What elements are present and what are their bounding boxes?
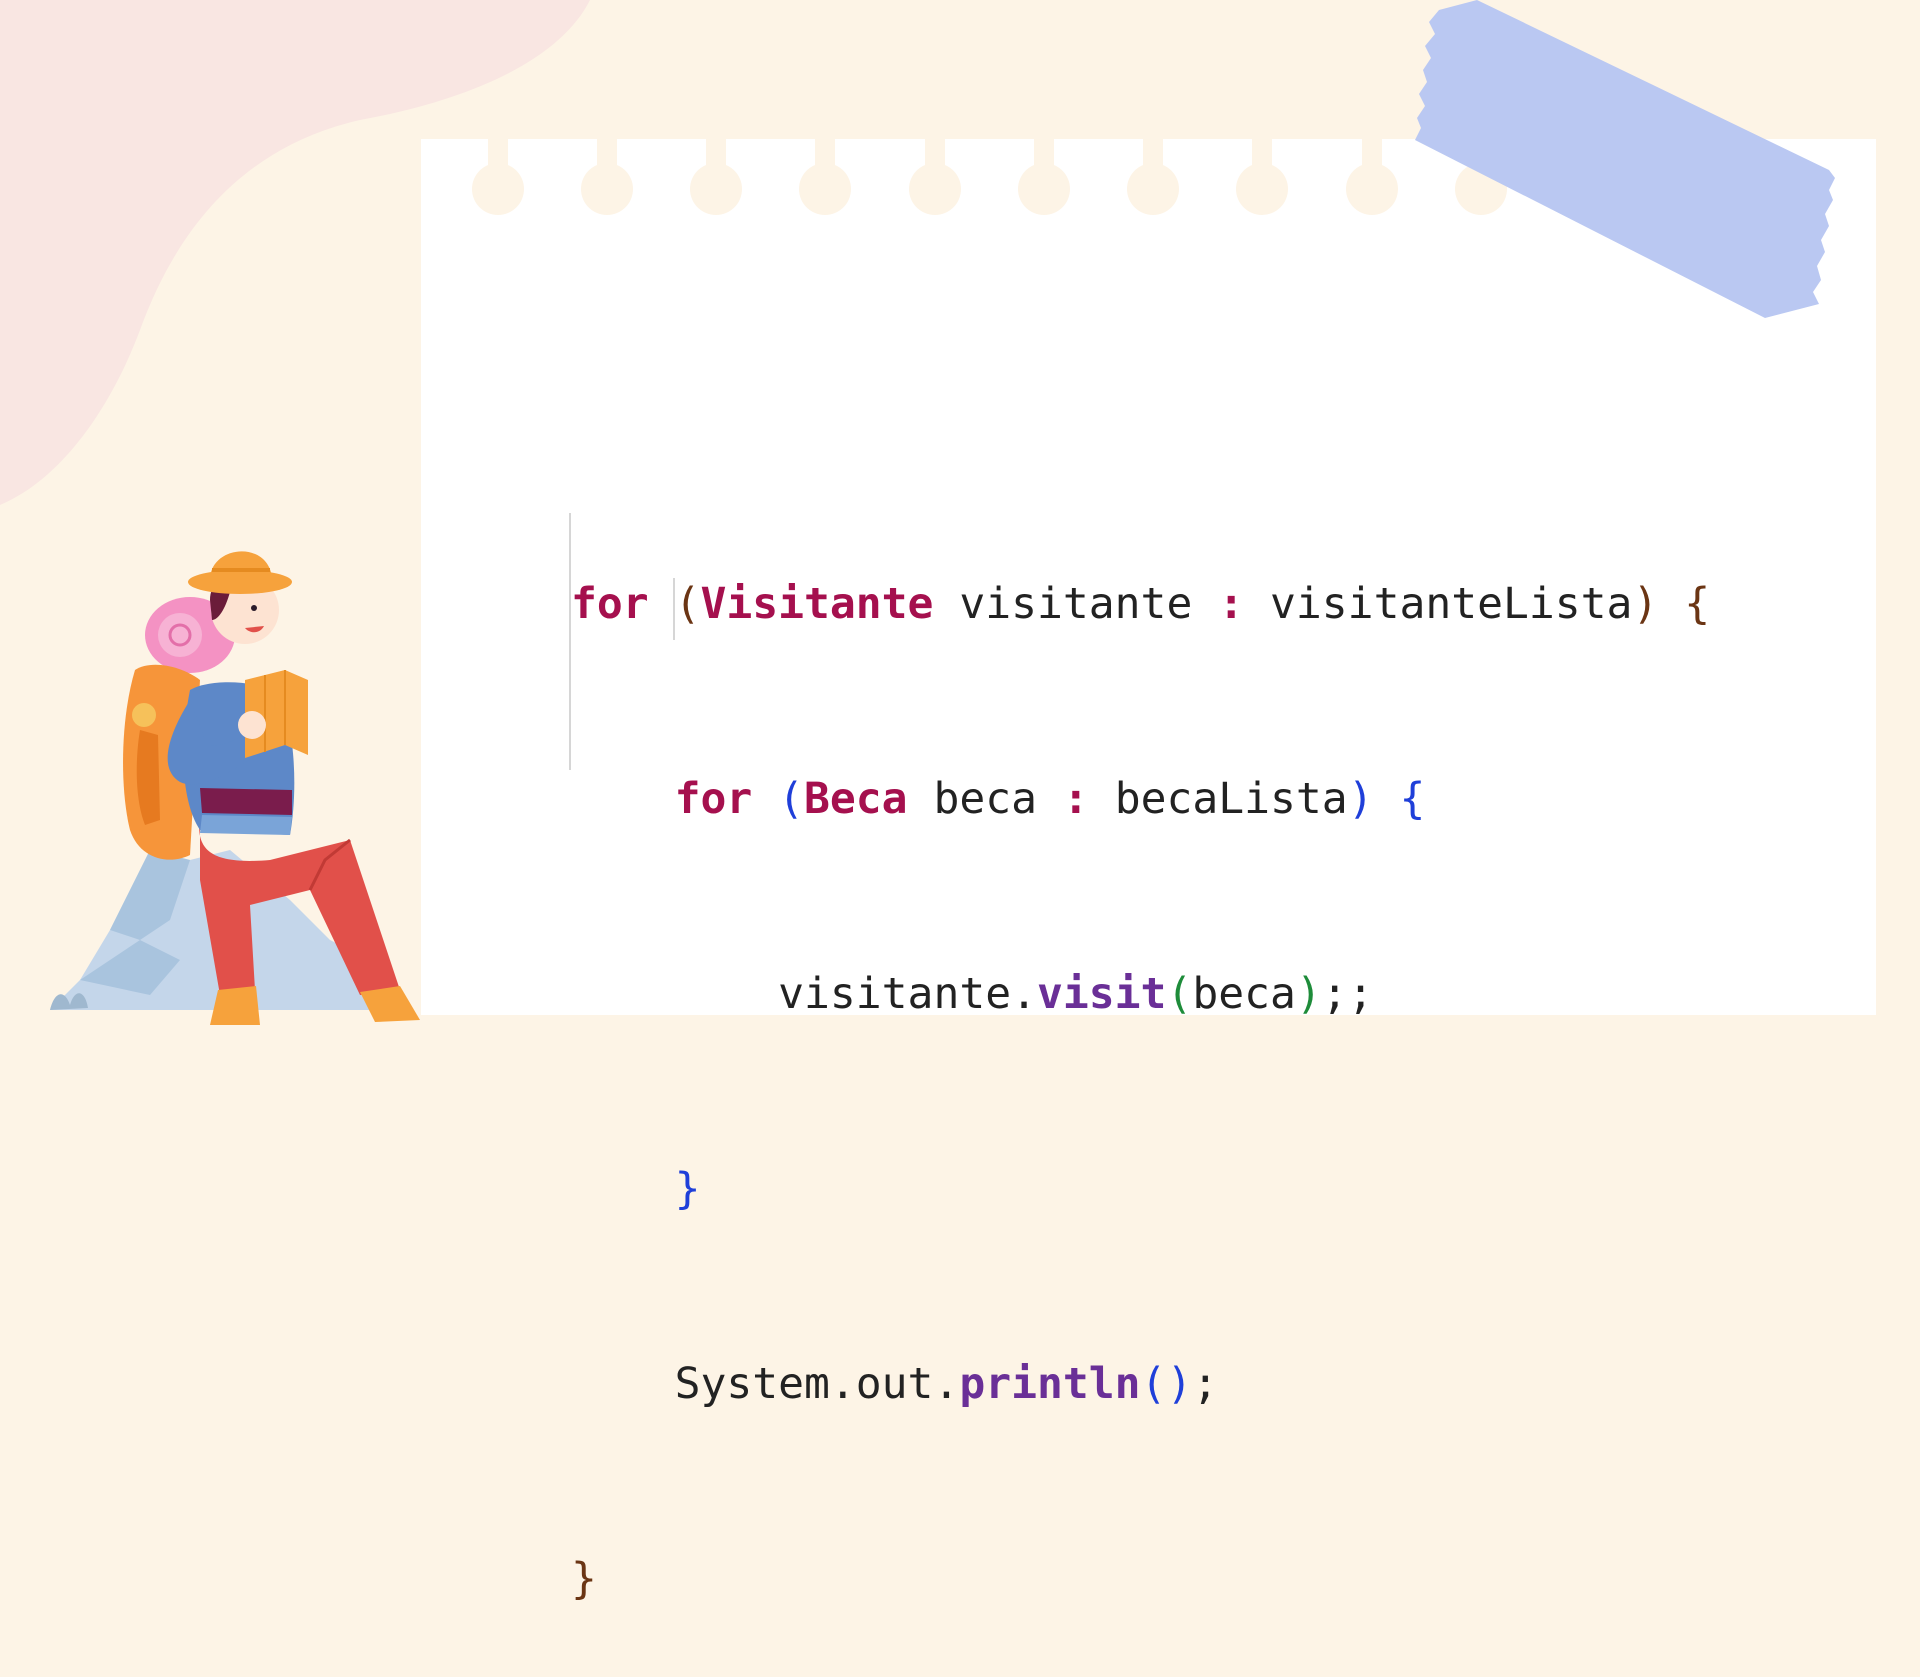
binder-hole — [1018, 139, 1070, 215]
binder-hole — [909, 139, 961, 215]
semicolon: ; — [1192, 1359, 1219, 1409]
paren: ) — [1295, 969, 1322, 1019]
type-name: Visitante — [700, 579, 934, 629]
method-name: println — [959, 1359, 1141, 1409]
colon: : — [1218, 579, 1245, 629]
paren: ) — [1632, 579, 1659, 629]
indent-guide — [569, 513, 571, 770]
paren: ( — [674, 579, 701, 629]
binder-hole — [472, 139, 524, 215]
brace: } — [571, 1554, 597, 1604]
variable-name: visitante — [933, 579, 1219, 629]
semicolon: ;; — [1321, 969, 1374, 1019]
keyword-for: for — [571, 579, 649, 629]
tape-strip — [1415, 0, 1835, 318]
binder-hole — [581, 139, 633, 215]
brace: } — [674, 1164, 701, 1214]
paren: ) — [1347, 774, 1374, 824]
code-snippet: for (Visitante visitante : visitanteList… — [571, 442, 1811, 1677]
indent-guide — [673, 578, 675, 640]
code-line-5: System.out.println(); — [571, 1352, 1811, 1417]
binder-hole — [1236, 139, 1288, 215]
keyword-for: for — [674, 774, 753, 824]
code-line-4: } — [571, 1157, 1811, 1222]
list-name: becaLista — [1088, 774, 1348, 824]
code-line-2: for (Beca beca : becaLista) { — [571, 767, 1811, 832]
method-name: visit — [1037, 969, 1167, 1019]
hiker-illustration — [50, 551, 420, 1025]
paren: ( — [1140, 1359, 1167, 1409]
brace: { — [1684, 579, 1711, 629]
argument: beca — [1192, 969, 1296, 1019]
brace: { — [1399, 774, 1426, 824]
object-name: System.out. — [674, 1359, 960, 1409]
binder-hole — [1346, 139, 1398, 215]
code-line-3: visitante.visit(beca);; — [571, 962, 1811, 1027]
paren: ( — [778, 774, 805, 824]
type-name: Beca — [804, 774, 908, 824]
code-line-1: for (Visitante visitante : visitanteList… — [571, 572, 1811, 637]
code-line-6: } — [571, 1547, 1811, 1612]
list-name: visitanteLista — [1244, 579, 1633, 629]
object-name: visitante. — [778, 969, 1037, 1019]
variable-name: beca — [907, 774, 1063, 824]
binder-hole — [799, 139, 851, 215]
paren: ) — [1166, 1359, 1193, 1409]
binder-hole — [690, 139, 742, 215]
colon: : — [1062, 774, 1089, 824]
paren: ( — [1166, 969, 1193, 1019]
binder-hole — [1127, 139, 1179, 215]
